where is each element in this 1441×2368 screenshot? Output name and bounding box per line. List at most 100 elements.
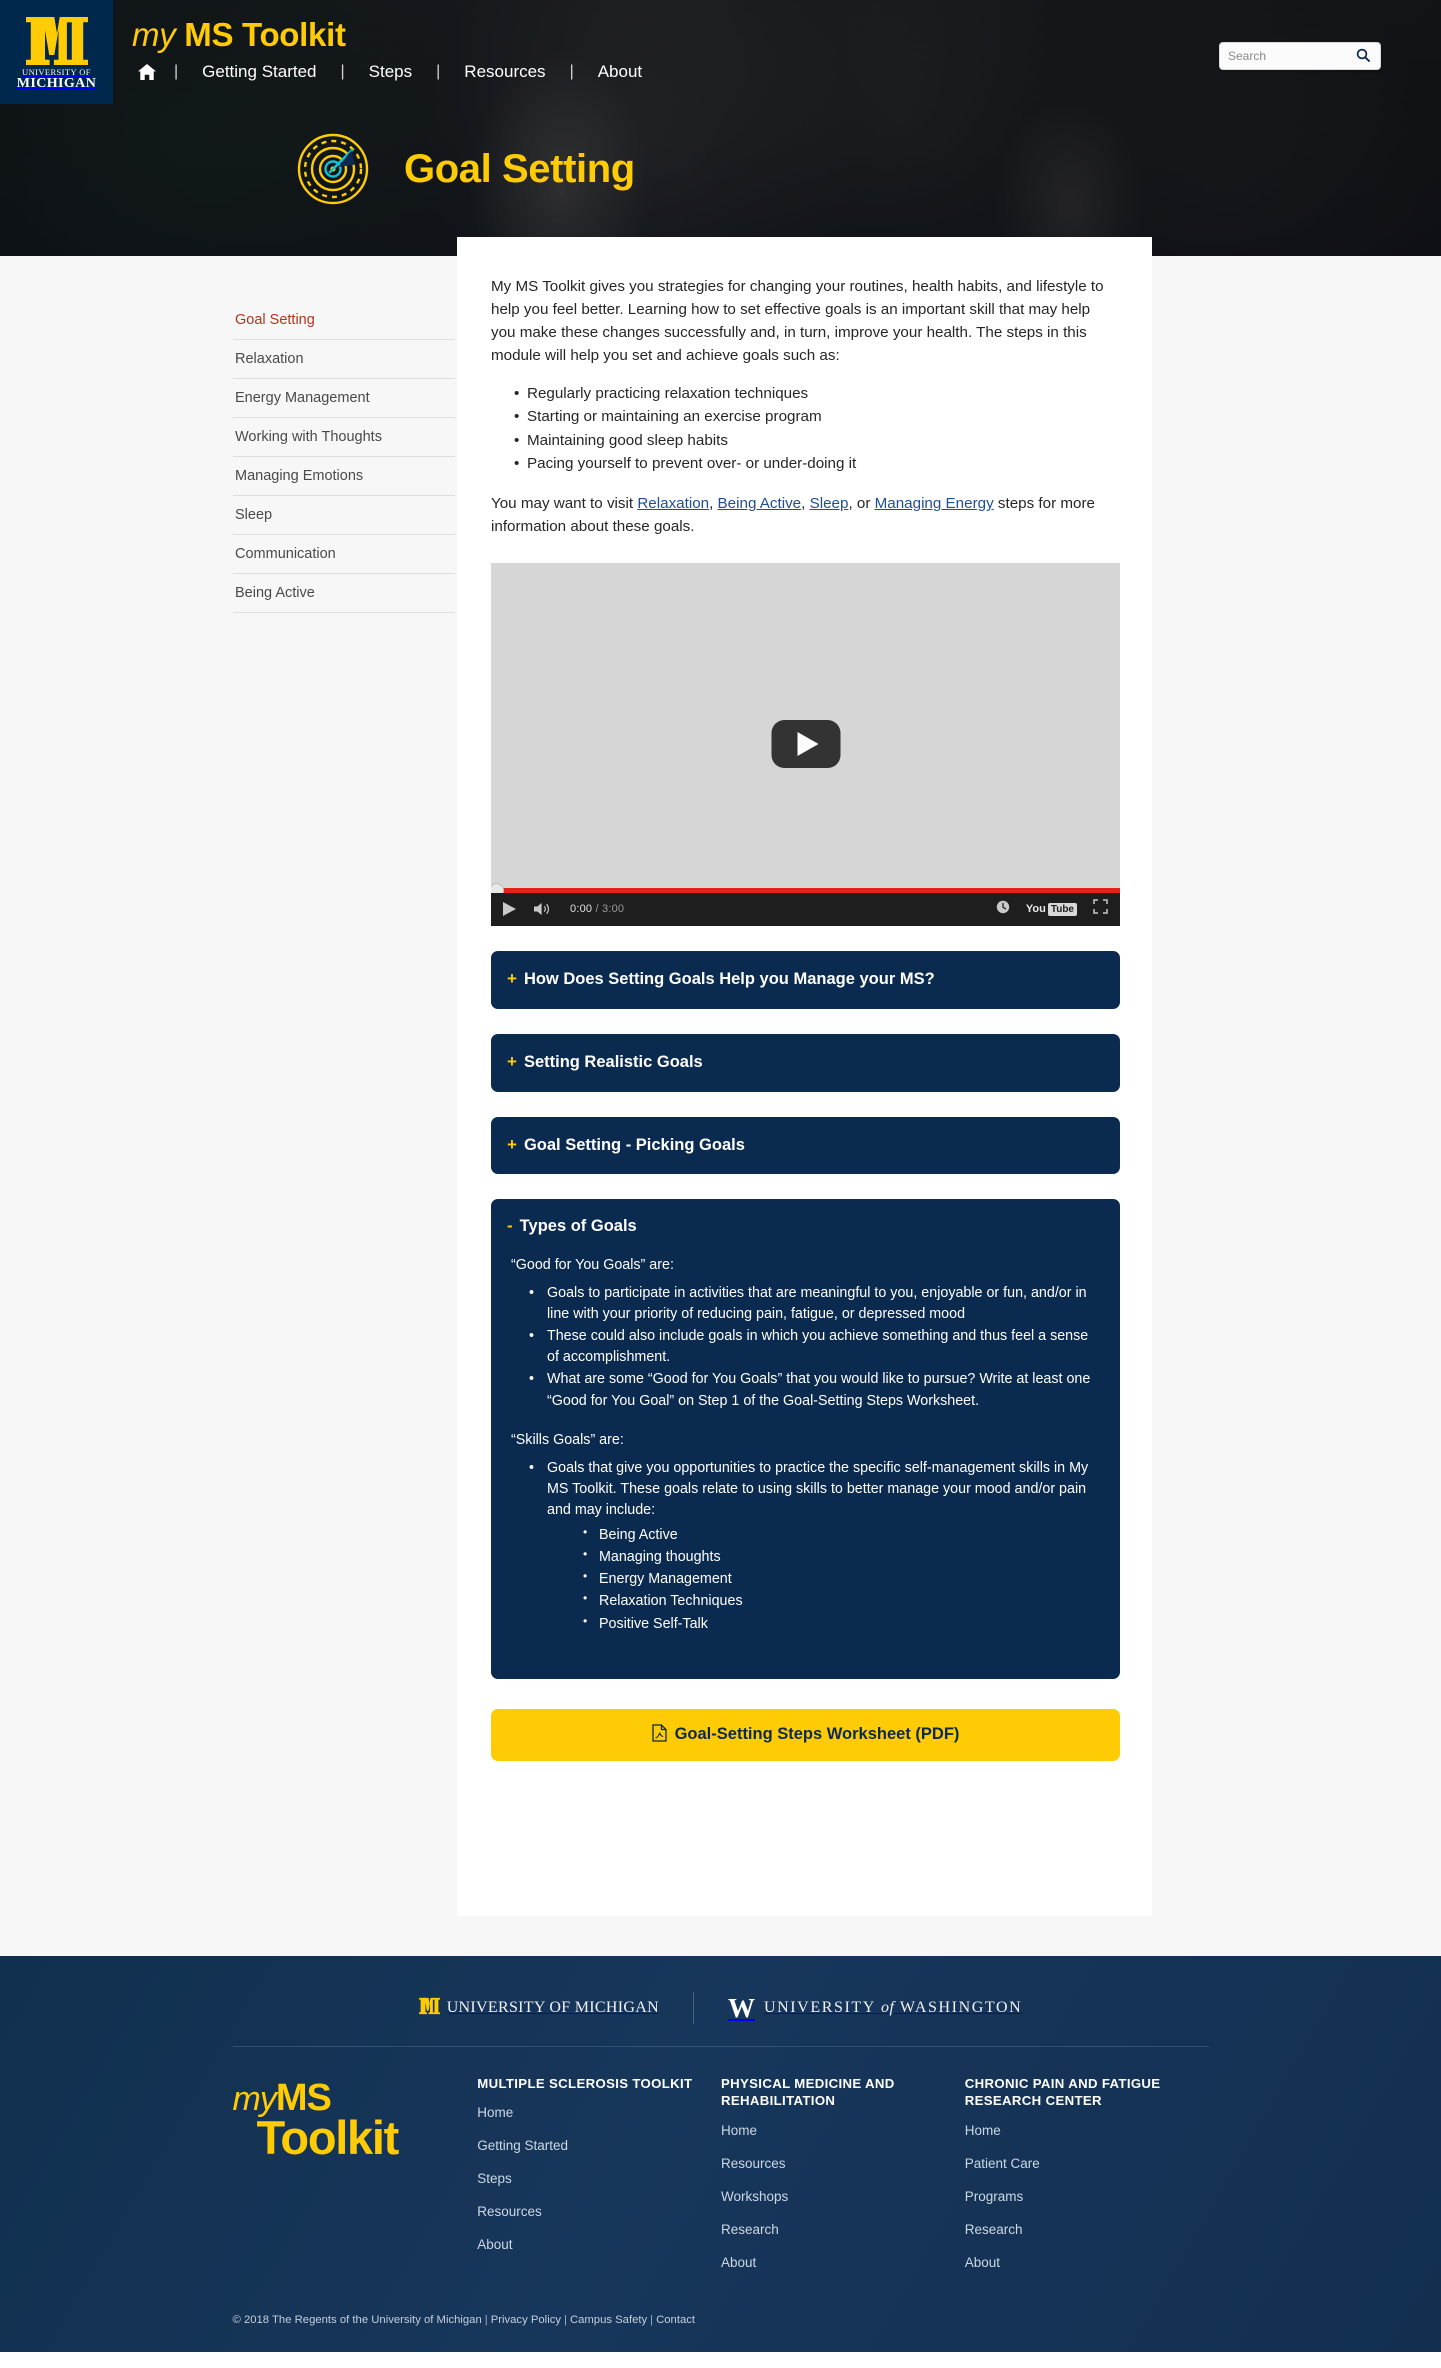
footer-link-getting-started[interactable]: Getting Started [477, 2138, 721, 2153]
footer-link-about[interactable]: About [477, 2237, 721, 2252]
accordion-expand-icon[interactable]: + [507, 1052, 517, 1072]
search-input[interactable] [1228, 44, 1356, 68]
module-header: Goal Setting [296, 132, 635, 206]
footer-column-heading: MULTIPLE SCLEROSIS TOOLKIT [477, 2076, 693, 2091]
uw-post: WASHINGTON [894, 1999, 1023, 2016]
footer-link-workshops[interactable]: Workshops [721, 2189, 965, 2204]
main-content-card: My MS Toolkit gives you strategies for c… [457, 256, 1152, 1916]
accordion-how-does-setting-goals-help[interactable]: + How Does Setting Goals Help you Manage… [491, 950, 1120, 1009]
footer-link-programs[interactable]: Programs [965, 2189, 1209, 2204]
search-submit-button[interactable] [1356, 48, 1370, 65]
list-item: Relaxation Techniques [583, 1590, 1098, 1612]
footer-link-about[interactable]: About [965, 2255, 1209, 2270]
skills-goals-heading: “Skills Goals” are: [511, 1431, 624, 1448]
video-play-icon[interactable] [503, 902, 516, 917]
related-steps-paragraph: You may want to visit Relaxation, Being … [491, 492, 1118, 538]
footer-link-resources[interactable]: Resources [721, 2156, 965, 2171]
video-current-time: 0:00 [570, 903, 593, 916]
list-item: Regularly practicing relaxation techniqu… [514, 382, 1118, 405]
volume-icon[interactable] [534, 902, 552, 916]
uw-w-icon: W [727, 1992, 755, 2023]
legal-separator: | [484, 2313, 488, 2326]
nav-item-steps[interactable]: Steps [345, 62, 436, 82]
sidebar-item-communication[interactable]: Communication [233, 535, 455, 574]
accordion-expand-icon[interactable]: + [507, 1135, 517, 1155]
accordion-types-of-goals[interactable]: - Types of Goals “Good for You Goals” ar… [491, 1199, 1120, 1679]
footer-link-research[interactable]: Research [965, 2222, 1209, 2237]
footer-link-steps[interactable]: Steps [477, 2171, 721, 2186]
sidebar-item-relaxation[interactable]: Relaxation [233, 340, 455, 379]
sidebar-item-energy-management[interactable]: Energy Management [233, 379, 455, 418]
page-title: Goal Setting [404, 146, 635, 191]
skills-goals-sublist: Being Active Managing thoughts Energy Ma… [547, 1524, 1098, 1635]
legal-separator: | [564, 2313, 567, 2326]
video-player[interactable]: 0:00 / 3:00 You Tube [491, 562, 1120, 926]
footer-logo-divider [692, 1992, 694, 2024]
link-being-active[interactable]: Being Active [718, 495, 802, 512]
nav-item-about[interactable]: About [574, 62, 666, 82]
nav-item-home[interactable] [128, 64, 174, 80]
nav-separator: | [340, 63, 345, 80]
footer-link-home[interactable]: Home [965, 2123, 1209, 2138]
university-of-michigan-logo[interactable]: UNIVERSITY OF MICHIGAN [0, 0, 113, 104]
pdf-file-icon [651, 1724, 667, 1745]
skills-goals-list: Goals that give you opportunities to pra… [511, 1458, 1098, 1635]
uw-pre: UNIVERSITY [763, 1999, 881, 2016]
fullscreen-icon[interactable] [1093, 899, 1108, 919]
play-button-icon[interactable] [771, 720, 840, 769]
accordion-setting-realistic-goals[interactable]: + Setting Realistic Goals [491, 1033, 1120, 1092]
video-right-controls: You Tube [996, 899, 1108, 919]
footer-link-contact[interactable]: Contact [656, 2314, 695, 2326]
link-sep: , [709, 494, 718, 512]
youtube-logo-icon[interactable]: You Tube [1025, 902, 1077, 916]
footer-link-home[interactable]: Home [477, 2105, 721, 2120]
sidebar-item-sleep[interactable]: Sleep [233, 496, 455, 535]
footer-link-resources[interactable]: Resources [477, 2204, 721, 2219]
footer-link-research[interactable]: Research [721, 2222, 965, 2237]
sidebar-item-goal-setting[interactable]: Goal Setting [233, 301, 455, 340]
video-duration: 3:00 [602, 903, 625, 916]
site-brand-title[interactable]: my MS Toolkit [132, 16, 346, 54]
footer-main: myMS Toolkit MULTIPLE SCLEROSIS TOOLKIT … [233, 2047, 1209, 2288]
footer-university-logos: UNIVERSITY OF MICHIGAN W UNIVERSITY of W… [0, 1956, 1441, 2024]
link-managing-energy[interactable]: Managing Energy [875, 495, 994, 512]
list-item: Managing thoughts [583, 1546, 1098, 1568]
sidebar-item-managing-emotions[interactable]: Managing Emotions [233, 457, 455, 496]
footer-link-about[interactable]: About [721, 2255, 965, 2270]
list-item: Positive Self-Talk [583, 1613, 1098, 1635]
footer-link-campus-safety[interactable]: Campus Safety [570, 2314, 647, 2326]
footer-brand-toolkit: Toolkit [256, 2110, 400, 2164]
nav-item-resources[interactable]: Resources [440, 62, 569, 82]
accordion-collapse-icon[interactable]: - [507, 1217, 513, 1236]
nav-item-getting-started[interactable]: Getting Started [178, 62, 340, 82]
accordion-expand-icon[interactable]: + [507, 969, 517, 989]
footer-brand-logo[interactable]: myMS Toolkit [233, 2075, 478, 2161]
link-sep: , [801, 494, 810, 512]
accordion-header: + Goal Setting - Picking Goals [507, 1135, 1101, 1156]
block-m-icon [25, 16, 88, 65]
footer-uw-logo[interactable]: W UNIVERSITY of WASHINGTON [727, 1992, 1023, 2023]
search-icon [1356, 48, 1370, 65]
footer-um-logo[interactable]: UNIVERSITY OF MICHIGAN [418, 1995, 659, 2022]
clock-icon[interactable] [996, 900, 1010, 919]
copyright-text: © 2018 The Regents of the University of … [232, 2313, 482, 2326]
list-item: Being Active [583, 1524, 1098, 1546]
link-relaxation[interactable]: Relaxation [637, 495, 709, 512]
search-box[interactable] [1219, 42, 1381, 70]
download-worksheet-pdf-button[interactable]: Goal-Setting Steps Worksheet (PDF) [491, 1708, 1120, 1761]
good-goals-list: Goals to participate in activities that … [511, 1283, 1098, 1412]
brand-my-text: my [132, 16, 176, 53]
footer-link-privacy-policy[interactable]: Privacy Policy [491, 2314, 561, 2326]
good-goals-heading: “Good for You Goals” are: [511, 1257, 674, 1274]
sidebar-item-working-with-thoughts[interactable]: Working with Thoughts [233, 418, 455, 457]
nav-separator: | [174, 63, 179, 80]
footer-link-patient-care[interactable]: Patient Care [965, 2156, 1209, 2171]
sidebar-item-being-active[interactable]: Being Active [233, 574, 455, 613]
accordion-header: + How Does Setting Goals Help you Manage… [507, 969, 1101, 990]
list-item: These could also include goals in which … [529, 1326, 1098, 1368]
accordion-goal-setting-picking-goals[interactable]: + Goal Setting - Picking Goals [491, 1116, 1120, 1175]
youtube-you-text: You [1025, 903, 1046, 916]
accordion-title: How Does Setting Goals Help you Manage y… [523, 969, 935, 988]
link-sleep[interactable]: Sleep [810, 495, 849, 512]
footer-link-home[interactable]: Home [721, 2123, 965, 2138]
